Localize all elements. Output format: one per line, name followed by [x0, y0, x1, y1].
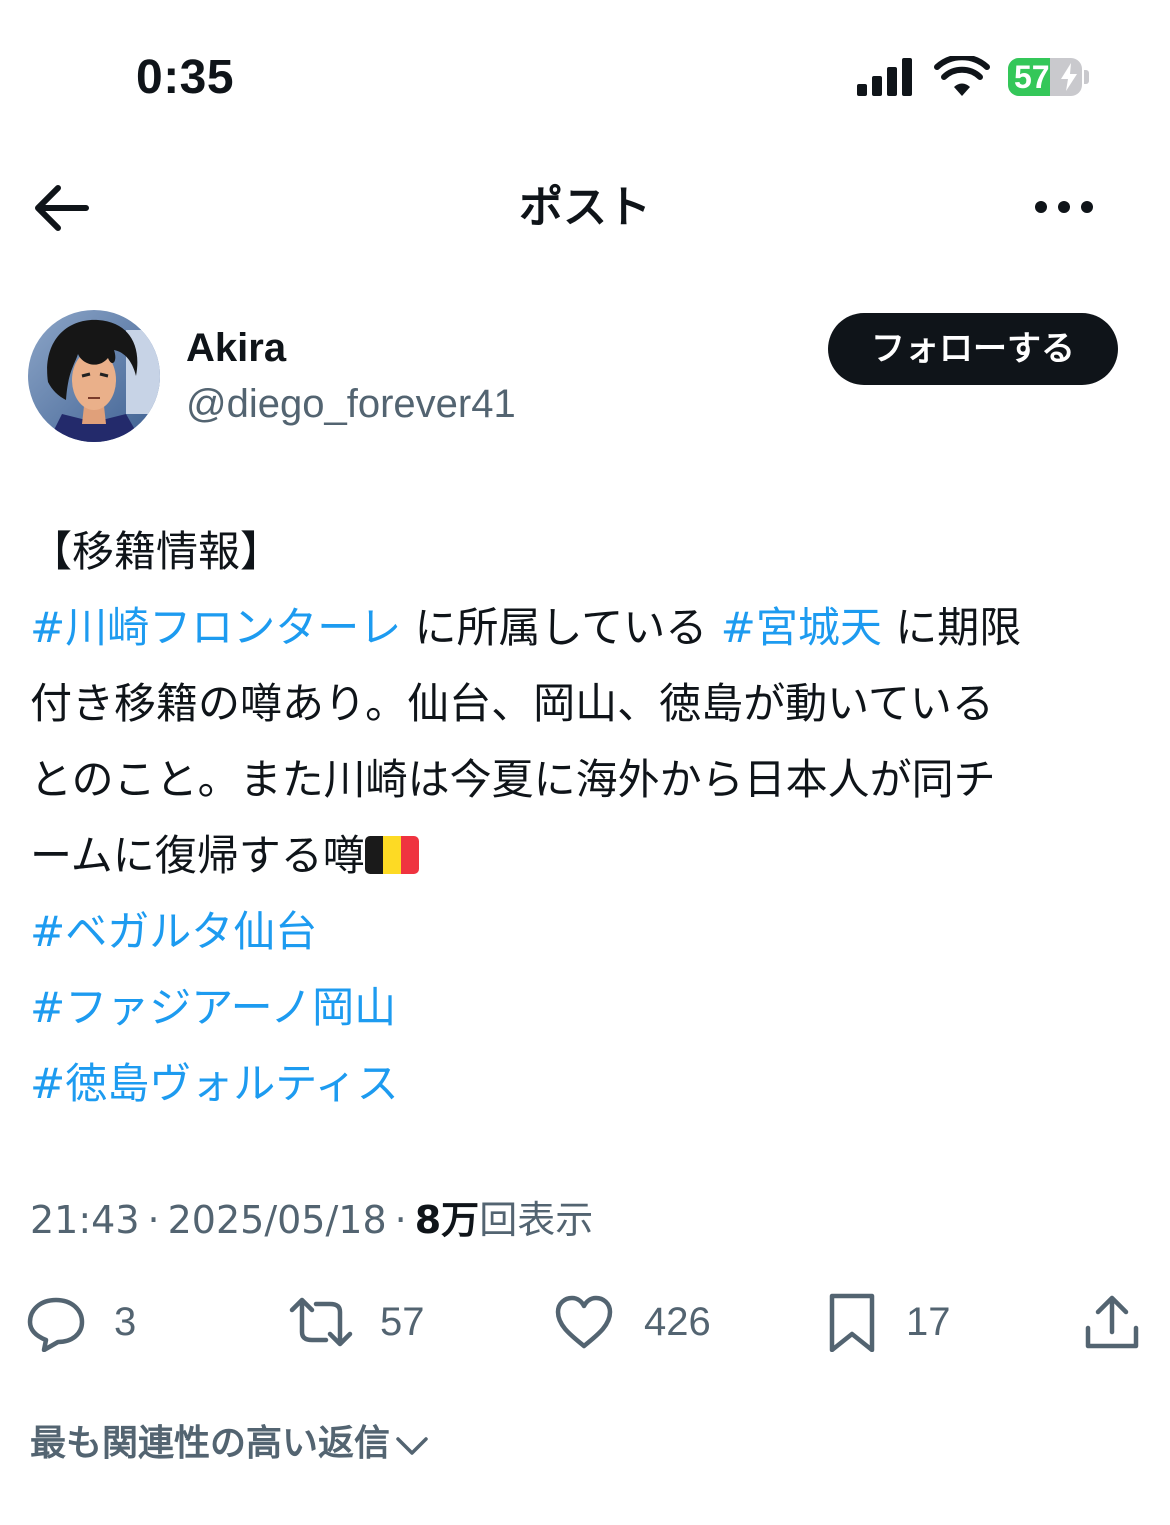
post-line: #徳島ヴォルティス [30, 1046, 1155, 1122]
repost-count: 57 [380, 1300, 425, 1344]
post-line: ームに復帰する噂 [30, 818, 1155, 894]
hashtag-link[interactable]: #ファジアーノ岡山 [30, 983, 396, 1032]
chevron-down-icon [396, 1437, 428, 1455]
post-line: 付き移籍の噂あり。仙台、岡山、徳島が動いている [30, 666, 1155, 742]
post-line: #ベガルタ仙台 [30, 894, 1155, 970]
like-button[interactable]: 426 [554, 1282, 734, 1362]
post-date: 2025/05/18 [167, 1198, 387, 1242]
like-count: 426 [644, 1300, 711, 1344]
wifi-icon [934, 56, 990, 96]
status-bar: 0:35 57 [0, 0, 1170, 150]
hashtag-link[interactable]: #徳島ヴォルティス [30, 1059, 399, 1108]
avatar-image [28, 310, 160, 442]
views-label: 回表示 [479, 1198, 594, 1242]
hashtag-link[interactable]: #川崎フロンターレ [30, 603, 401, 652]
page-title: ポスト [519, 182, 651, 233]
hashtag-link[interactable]: #宮城天 [721, 603, 882, 652]
more-horizontal-icon[interactable] [1026, 190, 1116, 224]
post-text-segment: に所属している [401, 603, 721, 652]
post-text-segment: ームに復帰する噂 [30, 831, 365, 880]
reply-sort-dropdown[interactable]: 最も関連性の高い返信 [30, 1416, 430, 1472]
meta-separator: · [394, 1198, 407, 1242]
belgium-flag-icon [364, 836, 419, 874]
bookmark-button[interactable]: 17 [824, 1282, 964, 1362]
status-time: 0:35 [136, 51, 235, 104]
post-meta: 21:43 · 2025/05/18 · 8万回表示 [30, 1194, 593, 1246]
reply-sort-label: 最も関連性の高い返信 [30, 1423, 391, 1464]
post-line: #川崎フロンターレ に所属している #宮城天 に期限 [30, 590, 1155, 666]
reply-count: 3 [114, 1300, 137, 1344]
hashtag-link[interactable]: #ベガルタ仙台 [30, 907, 317, 956]
heart-icon [555, 1295, 613, 1349]
post-line: #ファジアーノ岡山 [30, 970, 1155, 1046]
battery-indicator: 57 [1008, 58, 1082, 96]
share-button[interactable] [1082, 1282, 1146, 1362]
reply-icon [27, 1297, 85, 1352]
author-name[interactable]: Akira [186, 322, 286, 374]
post-time: 21:43 [30, 1198, 140, 1242]
charging-bolt-icon [1061, 63, 1077, 91]
post-text-segment: 【移籍情報】 [30, 527, 283, 576]
repost-icon [289, 1297, 353, 1347]
bookmark-count: 17 [906, 1300, 951, 1344]
post-line: とのこと。また川崎は今夏に海外から日本人が同チ [30, 742, 1155, 818]
post-text-segment: に期限 [881, 603, 1022, 652]
meta-separator: · [147, 1198, 160, 1242]
views-count: 8万 [414, 1198, 480, 1242]
post-line: 【移籍情報】 [30, 514, 1155, 590]
post-text-segment: 付き移籍の噂あり。仙台、岡山、徳島が動いている [30, 679, 994, 728]
cellular-signal-icon [857, 58, 912, 96]
battery-cap [1084, 70, 1089, 84]
post-text: 【移籍情報】 #川崎フロンターレ に所属している #宮城天 に期限付き移籍の噂あり… [30, 514, 1155, 1122]
author-handle[interactable]: @diego_forever41 [186, 376, 516, 432]
post-text-segment: とのこと。また川崎は今夏に海外から日本人が同チ [30, 755, 996, 804]
reply-button[interactable]: 3 [26, 1282, 166, 1362]
views-link[interactable]: 8万回表示 [415, 1198, 593, 1242]
battery-percent: 57 [1014, 59, 1050, 95]
bookmark-icon [829, 1293, 875, 1352]
repost-button[interactable]: 57 [288, 1282, 448, 1362]
share-icon [1085, 1295, 1139, 1349]
avatar[interactable] [28, 310, 160, 442]
action-bar: 3 57 426 17 [0, 1282, 1170, 1362]
follow-button[interactable]: フォローする [828, 313, 1118, 385]
